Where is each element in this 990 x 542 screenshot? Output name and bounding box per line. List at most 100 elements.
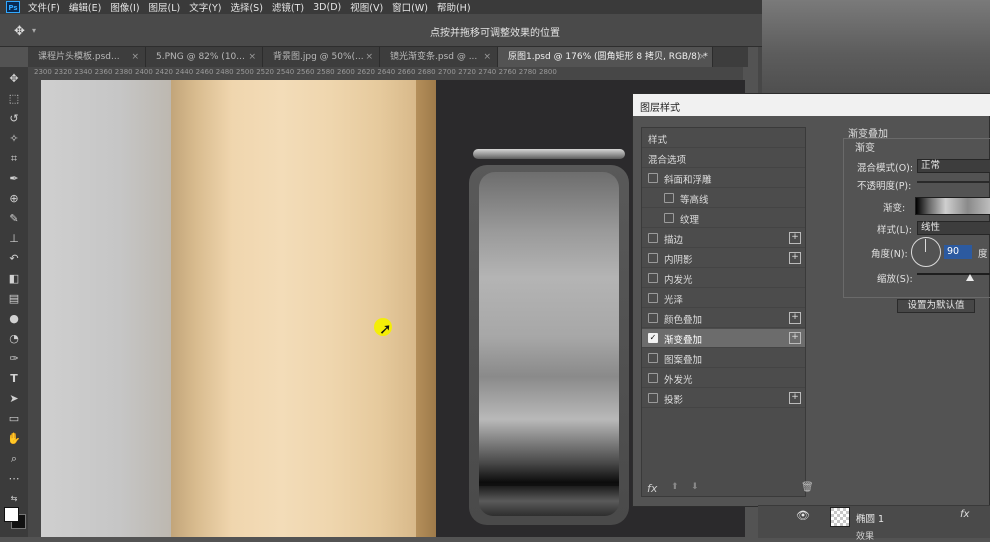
style-item-row[interactable]: 斜面和浮雕 [642,169,805,188]
canvas-gold-gradient [171,80,416,537]
style-checkbox[interactable]: ✓ [648,333,658,343]
eye-icon[interactable]: 👁 [796,509,810,522]
style-item-row[interactable]: 等高线 [642,189,805,208]
add-style-icon[interactable]: + [789,252,801,264]
crop-icon[interactable]: ⌗ [6,151,22,167]
tab-mirror-gradient[interactable]: 镜光渐变条.psd @ ... × [380,47,498,67]
style-item-row[interactable]: 内发光 [642,269,805,288]
history-brush-icon[interactable]: ↶ [6,251,22,267]
opacity-slider[interactable] [917,181,990,183]
menu-type[interactable]: 文字(Y) [189,0,221,14]
blur-icon[interactable]: ● [6,311,22,327]
tab-5-png[interactable]: 5.PNG @ 82% (10... × [146,47,263,67]
shape-icon[interactable]: ▭ [6,411,22,427]
dialog-titlebar[interactable]: 图层样式 [633,94,990,116]
style-item-row[interactable]: 纹理 [642,209,805,228]
layer-thumbnail [830,507,850,527]
tab-course-template[interactable]: 课程片头模板.psd... × [28,47,146,67]
styles-header-row[interactable]: 样式 [642,129,805,148]
arrow-up-icon[interactable]: ⬆ [671,482,679,492]
style-checkbox[interactable] [664,193,674,203]
zoom-icon[interactable]: ⌕ [6,451,22,467]
style-checkbox[interactable] [664,213,674,223]
brush-icon[interactable]: ✎ [6,211,22,227]
style-checkbox[interactable] [648,353,658,363]
close-icon[interactable]: × [698,47,706,67]
style-checkbox[interactable] [648,233,658,243]
style-select[interactable]: 线性 [917,221,990,235]
angle-dial[interactable] [911,237,941,267]
move-icon[interactable]: ✥ [6,71,22,87]
style-checkbox[interactable] [648,313,658,323]
gradient-picker[interactable] [915,197,990,215]
tab-original[interactable]: 原图1.psd @ 176% (圆角矩形 8 拷贝, RGB/8) * × [498,47,713,67]
blend-options-row[interactable]: 混合选项 [642,149,805,168]
style-checkbox[interactable] [648,373,658,383]
style-checkbox[interactable] [648,293,658,303]
pen-icon[interactable]: ✑ [6,351,22,367]
dodge-icon[interactable]: ◔ [6,331,22,347]
style-item-row[interactable]: 颜色叠加 + [642,309,805,328]
type-icon[interactable]: T [6,371,22,387]
set-default-button[interactable]: 设置为默认值 [897,299,975,313]
style-item-row[interactable]: 投影 + [642,389,805,408]
menu-help[interactable]: 帮助(H) [437,0,471,14]
hand-icon[interactable]: ✋ [6,431,22,447]
lasso-icon[interactable]: ↺ [6,111,22,127]
swap-colors-icon[interactable]: ⇆ [6,491,22,507]
foreground-color-swatch[interactable] [4,507,19,522]
menu-image[interactable]: 图像(I) [110,0,139,14]
eyedropper-icon[interactable]: ✒ [6,171,22,187]
add-style-icon[interactable]: + [789,392,801,404]
move-cursor-icon: ➚ [379,320,392,338]
menu-edit[interactable]: 编辑(E) [69,0,101,14]
fx-icon[interactable]: fx [647,482,657,495]
style-checkbox[interactable] [648,173,658,183]
close-icon[interactable]: × [248,47,256,67]
blend-mode-select[interactable]: 正常 [917,159,990,173]
close-icon[interactable]: × [483,47,491,67]
style-item-row[interactable]: 图案叠加 [642,349,805,368]
trash-icon[interactable]: 🗑 [801,482,814,493]
add-style-icon[interactable]: + [789,312,801,324]
arrow-down-icon[interactable]: ⬇ [691,482,699,492]
close-icon[interactable]: × [131,47,139,67]
menu-view[interactable]: 视图(V) [350,0,383,14]
shape-base [479,486,619,516]
menu-file[interactable]: 文件(F) [28,0,60,14]
style-checkbox[interactable] [648,273,658,283]
close-icon[interactable]: × [365,47,373,67]
scale-slider[interactable] [917,273,990,275]
more-tools-icon[interactable]: ⋯ [6,471,22,487]
eraser-icon[interactable]: ◧ [6,271,22,287]
tab-background[interactable]: 背景图.jpg @ 50%(... × [263,47,380,67]
stamp-icon[interactable]: ⊥ [6,231,22,247]
menu-filter[interactable]: 滤镜(T) [272,0,304,14]
scale-slider-thumb[interactable] [966,274,974,281]
add-style-icon[interactable]: + [789,232,801,244]
menu-window[interactable]: 窗口(W) [392,0,428,14]
path-select-icon[interactable]: ➤ [6,391,22,407]
style-item-row[interactable]: 描边 + [642,229,805,248]
style-item-row[interactable]: 内阴影 + [642,249,805,268]
marquee-icon[interactable]: ⬚ [6,91,22,107]
style-checkbox[interactable] [648,393,658,403]
ruler-tick-label: 2740 [478,68,497,76]
style-item-row[interactable]: ✓ 渐变叠加 + [642,329,805,348]
layer-fx-icon[interactable]: fx [960,509,969,520]
layer-name[interactable]: 椭圆 1 [856,511,884,525]
menu-select[interactable]: 选择(S) [230,0,262,14]
menu-layer[interactable]: 图层(L) [149,0,181,14]
ruler-tick-label: 2620 [357,68,376,76]
style-item-row[interactable]: 外发光 [642,369,805,388]
healing-icon[interactable]: ⊕ [6,191,22,207]
style-item-row[interactable]: 光泽 [642,289,805,308]
menu-3d[interactable]: 3D(D) [313,2,341,13]
angle-input[interactable]: 90 [944,245,972,259]
add-style-icon[interactable]: + [789,332,801,344]
ruler-tick-label: 2700 [438,68,456,76]
ruler-tick-label: 2780 [518,68,537,76]
magic-wand-icon[interactable]: ✧ [6,131,22,147]
gradient-icon[interactable]: ▤ [6,291,22,307]
style-checkbox[interactable] [648,253,658,263]
